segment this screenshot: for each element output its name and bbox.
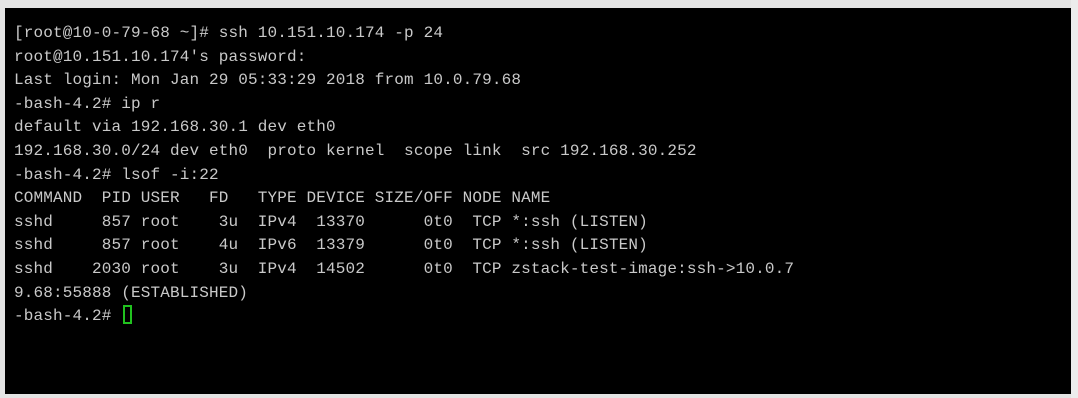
terminal-line: default via 192.168.30.1 dev eth0	[14, 118, 336, 137]
terminal-prompt-line[interactable]: -bash-4.2#	[14, 305, 1071, 329]
window-frame: [root@10-0-79-68 ~]# ssh 10.151.10.174 -…	[0, 0, 1078, 398]
terminal-line: -bash-4.2# lsof -i:22	[14, 165, 219, 184]
shell-prompt: -bash-4.2#	[14, 307, 122, 326]
terminal-line: sshd 2030 root 3u IPv4 14502 0t0 TCP zst…	[14, 259, 795, 278]
text-cursor	[123, 305, 133, 325]
terminal-line: sshd 857 root 3u IPv4 13370 0t0 TCP *:ss…	[14, 212, 648, 231]
terminal-line: 192.168.30.0/24 dev eth0 proto kernel sc…	[14, 141, 697, 160]
terminal-line: Last login: Mon Jan 29 05:33:29 2018 fro…	[14, 71, 522, 90]
terminal-line: COMMAND PID USER FD TYPE DEVICE SIZE/OFF…	[14, 189, 551, 208]
terminal-line: [root@10-0-79-68 ~]# ssh 10.151.10.174 -…	[14, 24, 444, 42]
terminal-screen[interactable]: [root@10-0-79-68 ~]# ssh 10.151.10.174 -…	[5, 8, 1071, 394]
window-edge	[1071, 0, 1078, 398]
terminal-line: root@10.151.10.174's password:	[14, 47, 307, 66]
terminal-line: sshd 857 root 4u IPv6 13379 0t0 TCP *:ss…	[14, 236, 648, 255]
terminal-line: -bash-4.2# ip r	[14, 94, 161, 113]
terminal-line: 9.68:55888 (ESTABLISHED)	[14, 283, 249, 302]
